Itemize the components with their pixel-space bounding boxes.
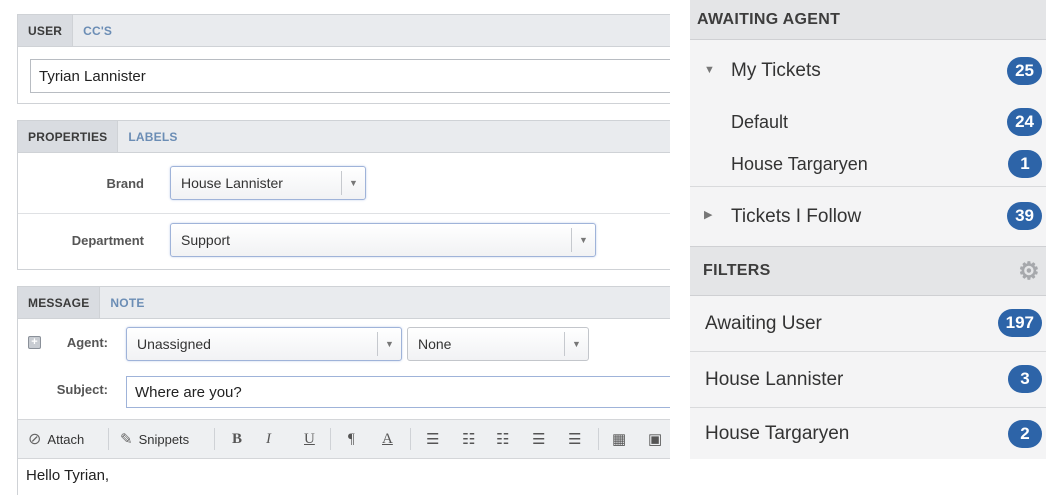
properties-tabbar: PROPERTIES LABELS [18, 121, 670, 153]
subject-input[interactable]: Where are you? [126, 376, 670, 408]
chevron-down-icon: ▼ [571, 228, 595, 252]
toolbar-separator [214, 428, 215, 450]
indent-icon[interactable]: ☰ [568, 420, 581, 458]
attach-label: Attach [47, 431, 85, 447]
filters-title: FILTERS [703, 262, 771, 279]
team-select-value: None [418, 336, 452, 352]
align-left-icon[interactable]: ☰ [426, 420, 439, 458]
my-tickets-count-badge: 25 [1007, 57, 1042, 85]
attach-button[interactable]: ⊘ Attach [28, 420, 84, 458]
ticket-form: USER CC'S Tyrian Lannister PROPERTIES LA… [0, 0, 670, 495]
tickets-follow-count-badge: 39 [1007, 202, 1042, 230]
message-panel: MESSAGE NOTE + Agent: Unassigned ▼ None … [17, 286, 670, 495]
team-select[interactable]: None ▼ [407, 327, 589, 361]
brand-label: Brand [106, 176, 144, 191]
agent-label: Agent: [66, 335, 108, 350]
default-label: Default [731, 111, 789, 132]
subject-label: Subject: [56, 382, 108, 397]
triangle-down-icon: ▼ [704, 64, 715, 76]
awaiting-agent-header: AWAITING AGENT [690, 0, 1046, 40]
paperclip-icon: ⊘ [28, 431, 42, 448]
tab-note[interactable]: NOTE [100, 287, 154, 318]
house-targaryen-agent-label: House Targaryen [731, 153, 868, 174]
brand-select-value: House Lannister [181, 175, 283, 191]
house-targaryen-agent-count-badge: 1 [1008, 150, 1042, 178]
awaiting-user-count-badge: 197 [997, 309, 1042, 337]
tab-message[interactable]: MESSAGE [18, 287, 101, 318]
italic-button[interactable]: I [266, 420, 271, 458]
outdent-icon[interactable]: ☰ [532, 420, 545, 458]
agent-select-value: Unassigned [137, 336, 211, 352]
chevron-down-icon: ▼ [377, 332, 401, 356]
triangle-right-icon: ▶ [704, 209, 713, 221]
tickets-follow-label: Tickets I Follow [731, 205, 862, 227]
table-icon[interactable]: ▦ [612, 420, 626, 458]
house-lannister-count-badge: 3 [1008, 365, 1042, 393]
bullet-list-icon[interactable]: ☷ [462, 420, 475, 458]
message-tabbar: MESSAGE NOTE [18, 287, 670, 319]
toolbar-separator [598, 428, 599, 450]
sidebar-item-house-targaryen-agent[interactable]: House Targaryen 1 [690, 142, 1046, 186]
message-body[interactable]: Hello Tyrian, [26, 467, 109, 484]
house-targaryen-count-badge: 2 [1008, 420, 1042, 448]
chevron-down-icon: ▼ [341, 171, 365, 195]
department-select[interactable]: Support ▼ [170, 223, 596, 257]
sidebar-item-my-tickets[interactable]: ▼ My Tickets 25 [690, 40, 1046, 102]
filter-awaiting-user[interactable]: Awaiting User 197 [690, 296, 1046, 351]
plus-box-icon[interactable]: + [28, 336, 41, 349]
font-color-button[interactable]: A [382, 420, 393, 458]
properties-panel: PROPERTIES LABELS Brand House Lannister … [17, 120, 670, 270]
awaiting-user-label: Awaiting User [705, 312, 822, 334]
snippets-icon: ✎ [120, 431, 133, 448]
chevron-down-icon: ▼ [564, 332, 588, 356]
toolbar-separator [330, 428, 331, 450]
department-label: Department [71, 233, 144, 248]
agent-select[interactable]: Unassigned ▼ [126, 327, 402, 361]
tab-properties[interactable]: PROPERTIES [18, 121, 119, 152]
brand-select[interactable]: House Lannister ▼ [170, 166, 366, 200]
filter-house-lannister[interactable]: House Lannister 3 [690, 351, 1046, 407]
tab-user[interactable]: USER [18, 15, 74, 46]
my-tickets-label: My Tickets [731, 60, 821, 81]
filter-house-targaryen[interactable]: House Targaryen 2 [690, 407, 1046, 459]
user-tabbar: USER CC'S [18, 15, 670, 47]
tab-labels[interactable]: LABELS [118, 121, 187, 152]
toolbar-separator [410, 428, 411, 450]
paragraph-button[interactable]: ¶ [348, 420, 355, 458]
sidebar-item-default[interactable]: Default 24 [690, 102, 1046, 142]
house-targaryen-label: House Targaryen [705, 422, 850, 444]
filters-header: FILTERS ⚙ [690, 246, 1046, 296]
bold-button[interactable]: B [232, 420, 242, 458]
default-count-badge: 24 [1007, 108, 1042, 136]
snippets-button[interactable]: ✎ Snippets [120, 420, 189, 458]
toolbar-separator [108, 428, 109, 450]
editor-toolbar: ⊘ Attach ✎ Snippets B I U ¶ A ☰ ☷ ☷ ☰ ☰ … [18, 419, 670, 459]
snippets-label: Snippets [138, 431, 190, 447]
image-icon[interactable]: ▣ [648, 420, 662, 458]
department-select-value: Support [181, 232, 231, 248]
gear-icon[interactable]: ⚙ [1018, 257, 1040, 286]
sidebar-item-tickets-i-follow[interactable]: ▶ Tickets I Follow 39 [690, 186, 1046, 246]
underline-button[interactable]: U [304, 420, 315, 458]
ticket-sidebar: AWAITING AGENT ▼ My Tickets 25 Default 2… [690, 0, 1046, 495]
house-lannister-label: House Lannister [705, 368, 844, 390]
tab-ccs[interactable]: CC'S [73, 15, 122, 46]
user-panel: USER CC'S Tyrian Lannister [17, 14, 670, 104]
numbered-list-icon[interactable]: ☷ [496, 420, 509, 458]
properties-divider [18, 213, 670, 214]
user-input[interactable]: Tyrian Lannister [30, 59, 670, 93]
